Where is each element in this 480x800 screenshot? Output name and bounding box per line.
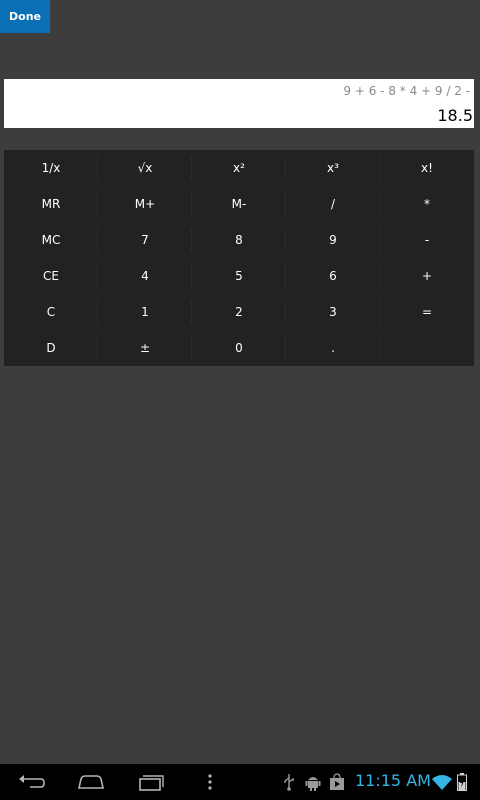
keypad: 1/x √x x² x³ x! MR M+ M- / * MC 7 8 9 - … [4, 150, 474, 366]
done-button[interactable]: Done [0, 0, 50, 33]
recent-apps-button[interactable] [134, 764, 168, 800]
usb-icon [282, 773, 296, 791]
key-5[interactable]: 5 [192, 258, 286, 294]
key-empty [380, 330, 474, 366]
status-clock: 11:15 AM [355, 771, 431, 790]
key-equals[interactable]: = [380, 294, 474, 330]
key-decimal[interactable]: . [286, 330, 380, 366]
key-9[interactable]: 9 [286, 222, 380, 258]
key-memory-subtract[interactable]: M- [192, 186, 286, 222]
home-button[interactable] [74, 764, 108, 800]
key-0[interactable]: 0 [192, 330, 286, 366]
key-delete[interactable]: D [4, 330, 98, 366]
wifi-icon [432, 773, 452, 791]
home-icon [78, 775, 104, 789]
menu-button[interactable] [198, 764, 222, 800]
recent-apps-icon [139, 775, 164, 791]
overflow-menu-icon [208, 774, 212, 790]
navigation-bar: 11:15 AM [0, 764, 480, 800]
key-multiply[interactable]: * [380, 186, 474, 222]
android-debug-icon [305, 773, 321, 791]
key-cube[interactable]: x³ [286, 150, 380, 186]
key-clear-entry[interactable]: CE [4, 258, 98, 294]
key-3[interactable]: 3 [286, 294, 380, 330]
key-7[interactable]: 7 [98, 222, 192, 258]
play-store-icon [329, 773, 345, 791]
key-memory-clear[interactable]: MC [4, 222, 98, 258]
key-clear[interactable]: C [4, 294, 98, 330]
key-factorial[interactable]: x! [380, 150, 474, 186]
key-memory-recall[interactable]: MR [4, 186, 98, 222]
key-2[interactable]: 2 [192, 294, 286, 330]
key-4[interactable]: 4 [98, 258, 192, 294]
key-subtract[interactable]: - [380, 222, 474, 258]
key-1[interactable]: 1 [98, 294, 192, 330]
key-reciprocal[interactable]: 1/x [4, 150, 98, 186]
key-memory-add[interactable]: M+ [98, 186, 192, 222]
result-text: 18.5 [437, 106, 473, 125]
key-divide[interactable]: / [286, 186, 380, 222]
key-square[interactable]: x² [192, 150, 286, 186]
key-8[interactable]: 8 [192, 222, 286, 258]
back-icon [19, 775, 45, 788]
key-square-root[interactable]: √x [98, 150, 192, 186]
expression-text: 9 + 6 - 8 * 4 + 9 / 2 - [343, 84, 470, 98]
key-plus-minus[interactable]: ± [98, 330, 192, 366]
battery-icon [456, 773, 468, 791]
calculator-display: 9 + 6 - 8 * 4 + 9 / 2 - 18.5 [4, 79, 474, 128]
back-button[interactable] [14, 764, 48, 800]
key-6[interactable]: 6 [286, 258, 380, 294]
key-add[interactable]: + [380, 258, 474, 294]
